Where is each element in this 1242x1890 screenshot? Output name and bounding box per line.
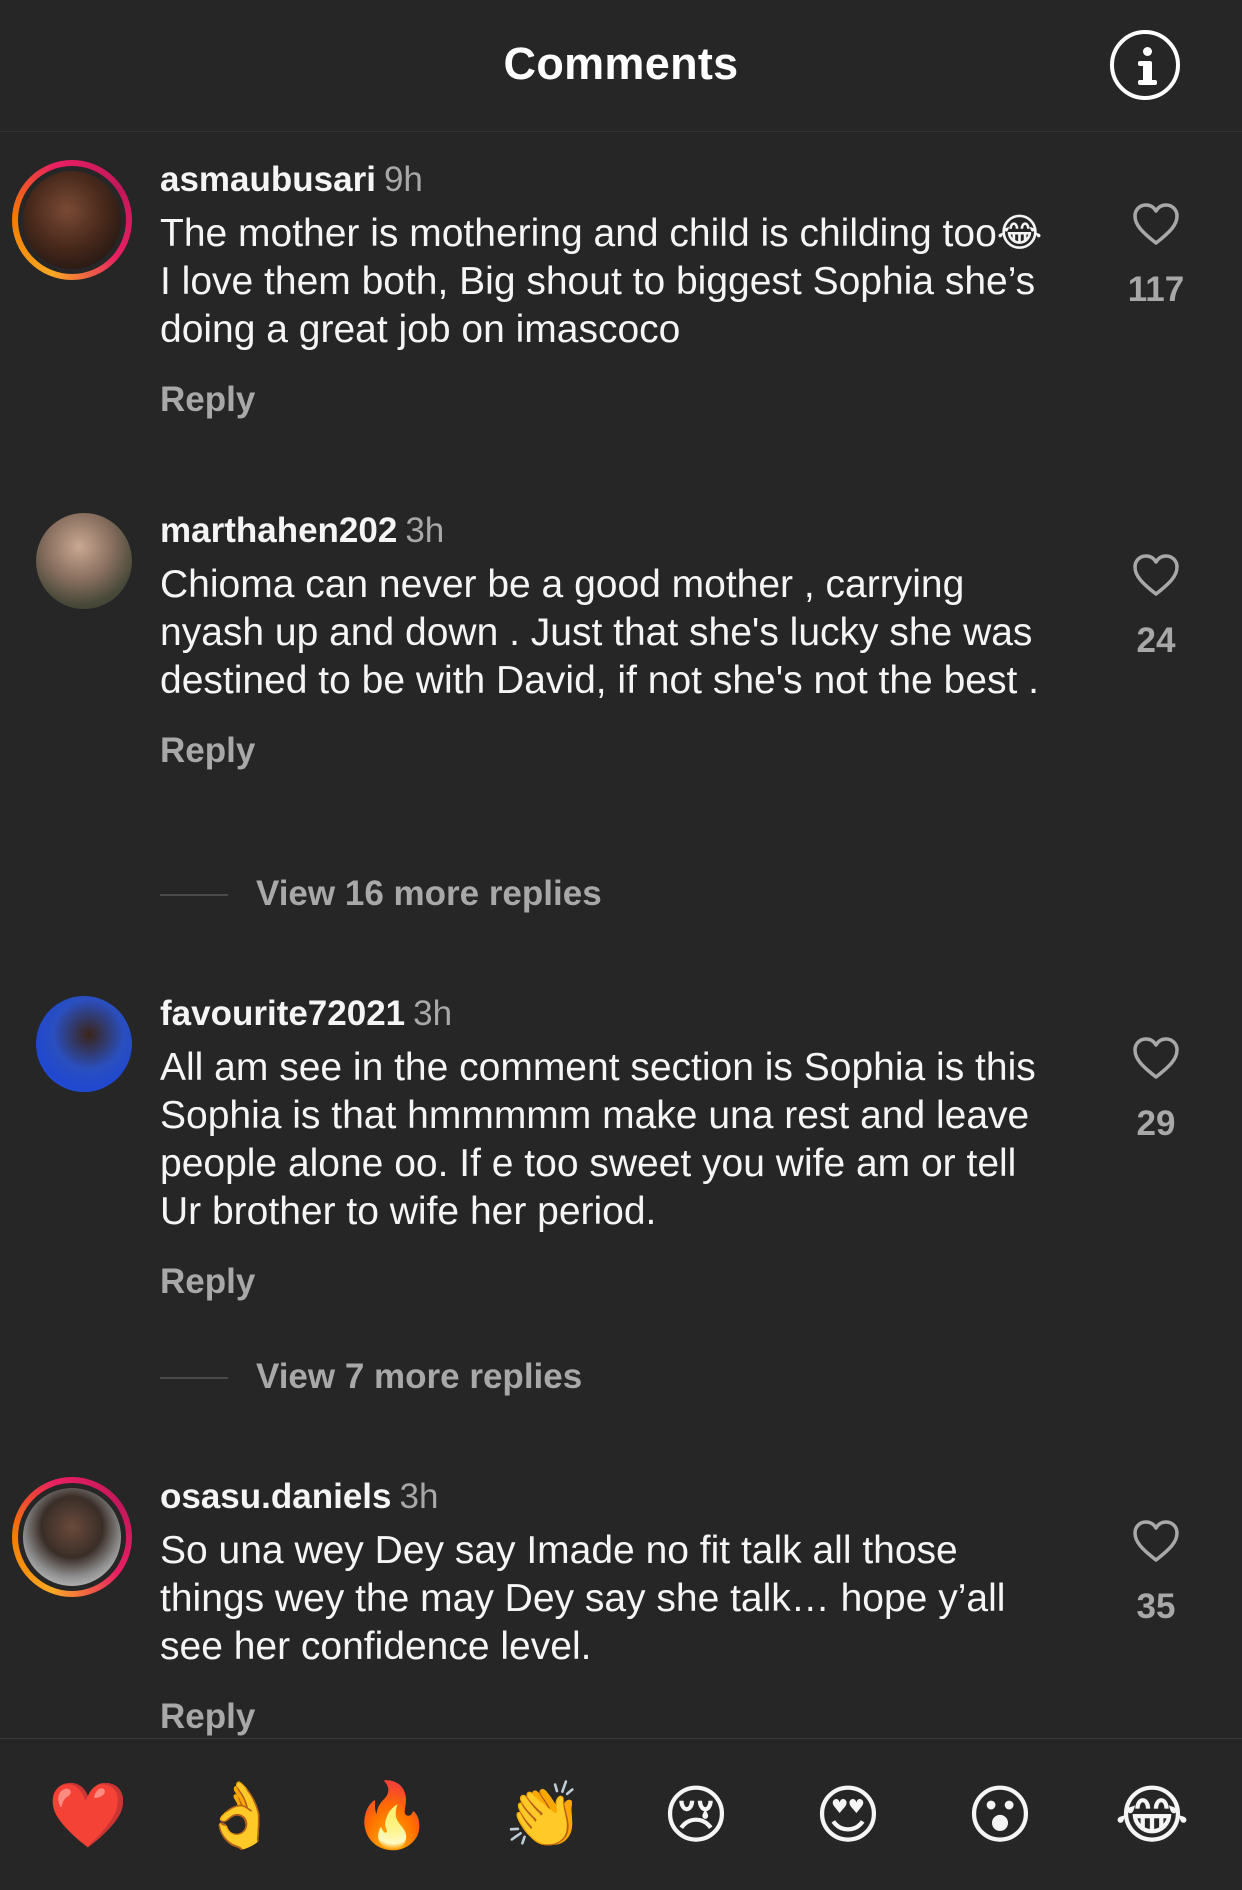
heart-icon[interactable] <box>1132 553 1180 597</box>
comment-username[interactable]: osasu.daniels <box>160 1477 391 1516</box>
view-more-label[interactable]: View 16 more replies <box>256 874 602 914</box>
crying-face-emoji[interactable]: 😢 <box>656 1775 736 1855</box>
header: Comments <box>0 0 1242 132</box>
reply-button[interactable]: Reply <box>160 1697 1060 1737</box>
comment-time: 3h <box>405 511 445 550</box>
info-icon[interactable] <box>1110 30 1180 100</box>
like-count: 35 <box>1136 1587 1176 1626</box>
comment-text: All am see in the comment section is Sop… <box>160 1046 1036 1233</box>
like-control: 24 <box>1126 553 1186 661</box>
heart-icon[interactable] <box>1132 1519 1180 1563</box>
red-heart-emoji[interactable]: ❤️ <box>48 1775 128 1855</box>
comment-text: So una wey Dey say Imade no fit talk all… <box>160 1529 1006 1668</box>
like-count: 117 <box>1127 270 1185 309</box>
fire-emoji[interactable]: 🔥 <box>352 1775 432 1855</box>
divider <box>160 1377 228 1379</box>
laughing-tears-emoji[interactable]: 😂 <box>1112 1775 1192 1855</box>
comment-time: 3h <box>399 1477 439 1516</box>
comment-text: Chioma can never be a good mother , carr… <box>160 563 1039 702</box>
like-control: 35 <box>1126 1519 1186 1627</box>
comments-screen: Comments asmaubusari 9h The mother is mot… <box>0 0 1242 1890</box>
view-more-label[interactable]: View 7 more replies <box>256 1357 582 1397</box>
reply-button[interactable]: Reply <box>160 1262 1060 1302</box>
reply-button[interactable]: Reply <box>160 731 1060 771</box>
ok-hand-emoji[interactable]: 👌 <box>200 1775 280 1855</box>
heart-icon[interactable] <box>1132 202 1180 246</box>
heart-eyes-emoji[interactable]: 😍 <box>808 1775 888 1855</box>
avatar[interactable] <box>12 1477 132 1597</box>
comment-time: 9h <box>383 160 423 199</box>
avatar[interactable] <box>36 513 132 609</box>
avatar[interactable] <box>12 160 132 280</box>
surprised-face-emoji[interactable]: 😮 <box>960 1775 1040 1855</box>
reply-button[interactable]: Reply <box>160 380 1060 420</box>
like-control: 29 <box>1126 1036 1186 1144</box>
like-count: 29 <box>1136 1104 1176 1143</box>
quick-reaction-bar: ❤️ 👌 🔥 👏 😢 😍 😮 😂 <box>0 1738 1242 1890</box>
like-control: 117 <box>1126 202 1186 310</box>
heart-icon[interactable] <box>1132 1036 1180 1080</box>
like-count: 24 <box>1136 621 1176 660</box>
divider <box>160 894 228 896</box>
page-title: Comments <box>503 38 739 89</box>
comment-username[interactable]: asmaubusari <box>160 160 376 199</box>
avatar[interactable] <box>36 996 132 1092</box>
comment-time: 3h <box>413 994 453 1033</box>
comment-username[interactable]: marthahen202 <box>160 511 397 550</box>
comment-text: The mother is mothering and child is chi… <box>160 212 1043 351</box>
clapping-hands-emoji[interactable]: 👏 <box>504 1775 584 1855</box>
comment-username[interactable]: favourite72021 <box>160 994 405 1033</box>
